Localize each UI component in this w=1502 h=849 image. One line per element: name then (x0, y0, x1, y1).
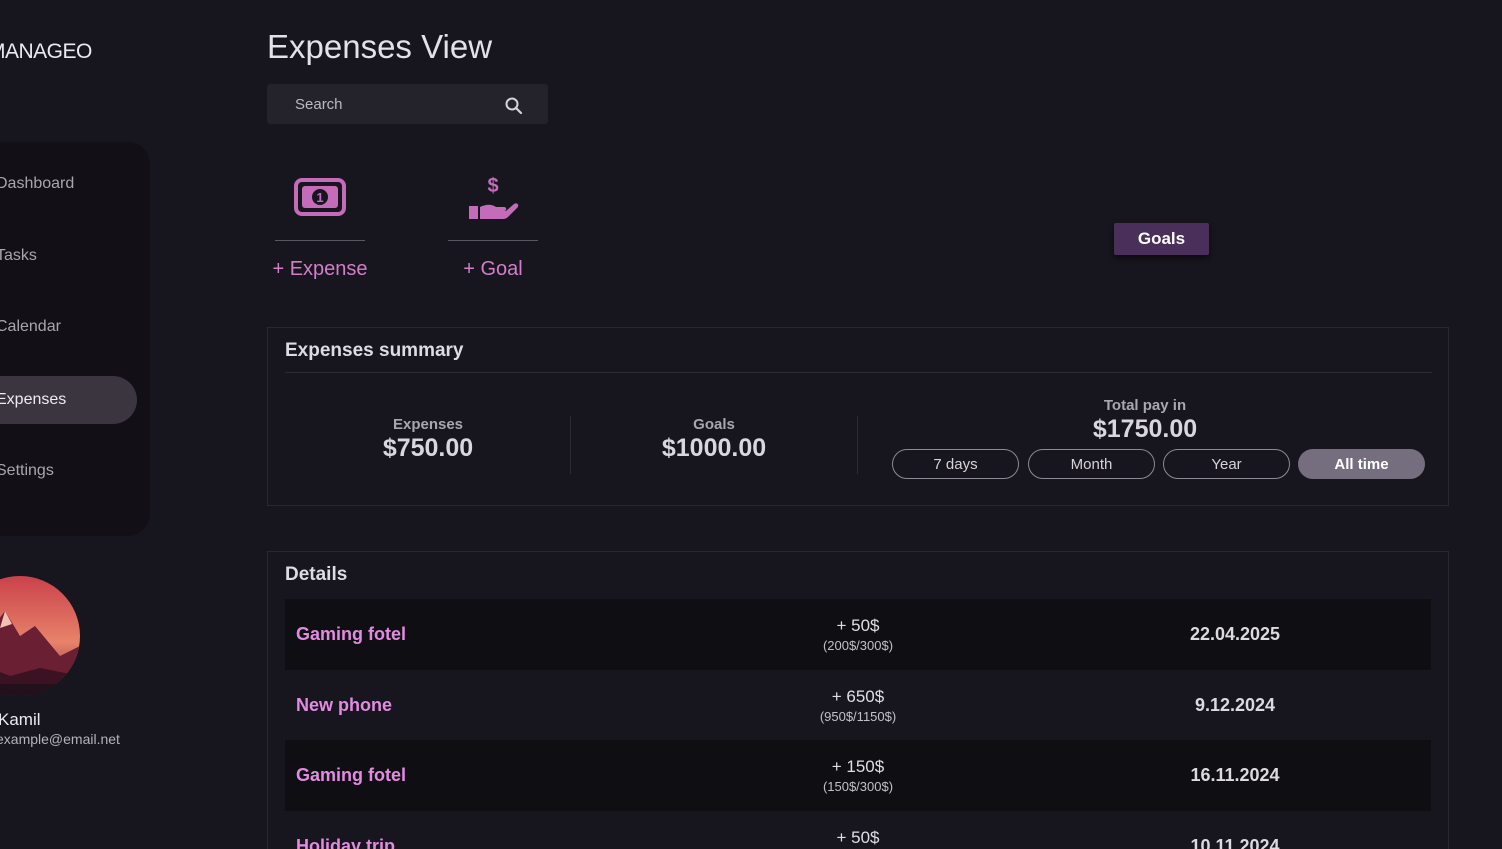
stat-total: Total pay in $1750.00 (1045, 397, 1245, 444)
stat-separator (857, 416, 858, 474)
row-name: Gaming fotel (296, 624, 407, 644)
stat-expenses-value: $750.00 (382, 434, 474, 462)
sidebar-item-dashboard[interactable]: Dashboard (0, 160, 137, 208)
expenses-summary-card: Expenses summary Expenses $750.00 Goals … (267, 327, 1449, 506)
row-date: 22.04.2025 (1189, 624, 1281, 644)
sidebar-nav: Dashboard Tasks Calendar Expenses Settin… (0, 142, 150, 536)
svg-text:1: 1 (316, 190, 323, 205)
range-all-time-button[interactable]: All time (1298, 449, 1425, 479)
svg-text:$: $ (487, 175, 498, 197)
row-progress: (950$/1150$) (819, 709, 897, 724)
divider (448, 240, 538, 241)
sidebar-item-label: Tasks (0, 247, 37, 264)
stat-total-value: $1750.00 (1092, 415, 1198, 443)
add-goal-button[interactable]: $ + Goal (443, 170, 543, 281)
row-amount: + 150$ (831, 757, 885, 776)
row-date: 9.12.2024 (1194, 695, 1276, 715)
summary-title: Expenses summary (285, 340, 464, 361)
row-amount: + 50$ (836, 828, 880, 847)
app-brand: MANAGEO (0, 40, 92, 63)
row-progress: (150$/300$) (822, 779, 894, 794)
table-row[interactable]: New phone + 650$ (950$/1150$) 9.12.2024 (285, 670, 1431, 741)
row-amount: + 650$ (831, 687, 885, 706)
table-row[interactable]: Holiday trip + 50$ 10.11.2024 (285, 811, 1431, 849)
avatar-image (0, 576, 80, 696)
sidebar-item-label: Settings (0, 462, 54, 479)
row-date: 10.11.2024 (1190, 836, 1280, 849)
summary-divider (285, 372, 1432, 373)
stat-goals-label: Goals (693, 416, 735, 433)
search-icon[interactable] (504, 96, 524, 116)
row-name: New phone (296, 695, 393, 715)
stat-goals: Goals $1000.00 (614, 416, 814, 463)
row-name: Holiday trip (296, 836, 396, 849)
sidebar-item-tasks[interactable]: Tasks (0, 232, 137, 280)
row-name: Gaming fotel (296, 765, 407, 785)
details-card: Details Gaming fotel + 50$ (200$/300$) 2… (267, 551, 1449, 849)
range-month-button[interactable]: Month (1028, 449, 1155, 479)
sidebar-item-settings[interactable]: Settings (0, 447, 137, 495)
avatar[interactable] (0, 576, 80, 696)
sidebar-item-calendar[interactable]: Calendar (0, 303, 137, 351)
row-progress: (200$/300$) (822, 638, 894, 653)
details-title: Details (285, 564, 348, 585)
table-row[interactable]: Gaming fotel + 50$ (200$/300$) 22.04.202… (285, 599, 1431, 670)
sidebar-item-label: Calendar (0, 318, 61, 335)
search-input[interactable] (267, 84, 497, 124)
range-7-days-button[interactable]: 7 days (892, 449, 1019, 479)
table-row[interactable]: Gaming fotel + 150$ (150$/300$) 16.11.20… (285, 740, 1431, 811)
add-goal-label: + Goal (463, 258, 523, 280)
range-year-button[interactable]: Year (1163, 449, 1290, 479)
banknote-icon: 1 (270, 170, 370, 224)
sidebar-item-label: Dashboard (0, 175, 75, 192)
sidebar-item-label: Expenses (0, 391, 67, 408)
sidebar-item-expenses[interactable]: Expenses (0, 376, 137, 424)
user-name: Kamil (0, 710, 41, 729)
search-box (267, 84, 548, 124)
goals-button[interactable]: Goals (1114, 223, 1209, 255)
divider (275, 240, 365, 241)
stat-separator (570, 416, 571, 474)
add-expense-button[interactable]: 1 + Expense (270, 170, 370, 281)
row-date: 16.11.2024 (1190, 765, 1280, 785)
page-title: Expenses View (267, 28, 493, 65)
add-expense-label: + Expense (272, 258, 368, 280)
stat-goals-value: $1000.00 (661, 434, 767, 462)
stat-expenses: Expenses $750.00 (328, 416, 528, 463)
stat-total-label: Total pay in (1103, 397, 1187, 414)
user-email: example@email.net (0, 731, 120, 747)
row-amount: + 50$ (836, 616, 880, 635)
stat-expenses-label: Expenses (392, 416, 464, 433)
hand-dollar-icon: $ (443, 170, 543, 224)
